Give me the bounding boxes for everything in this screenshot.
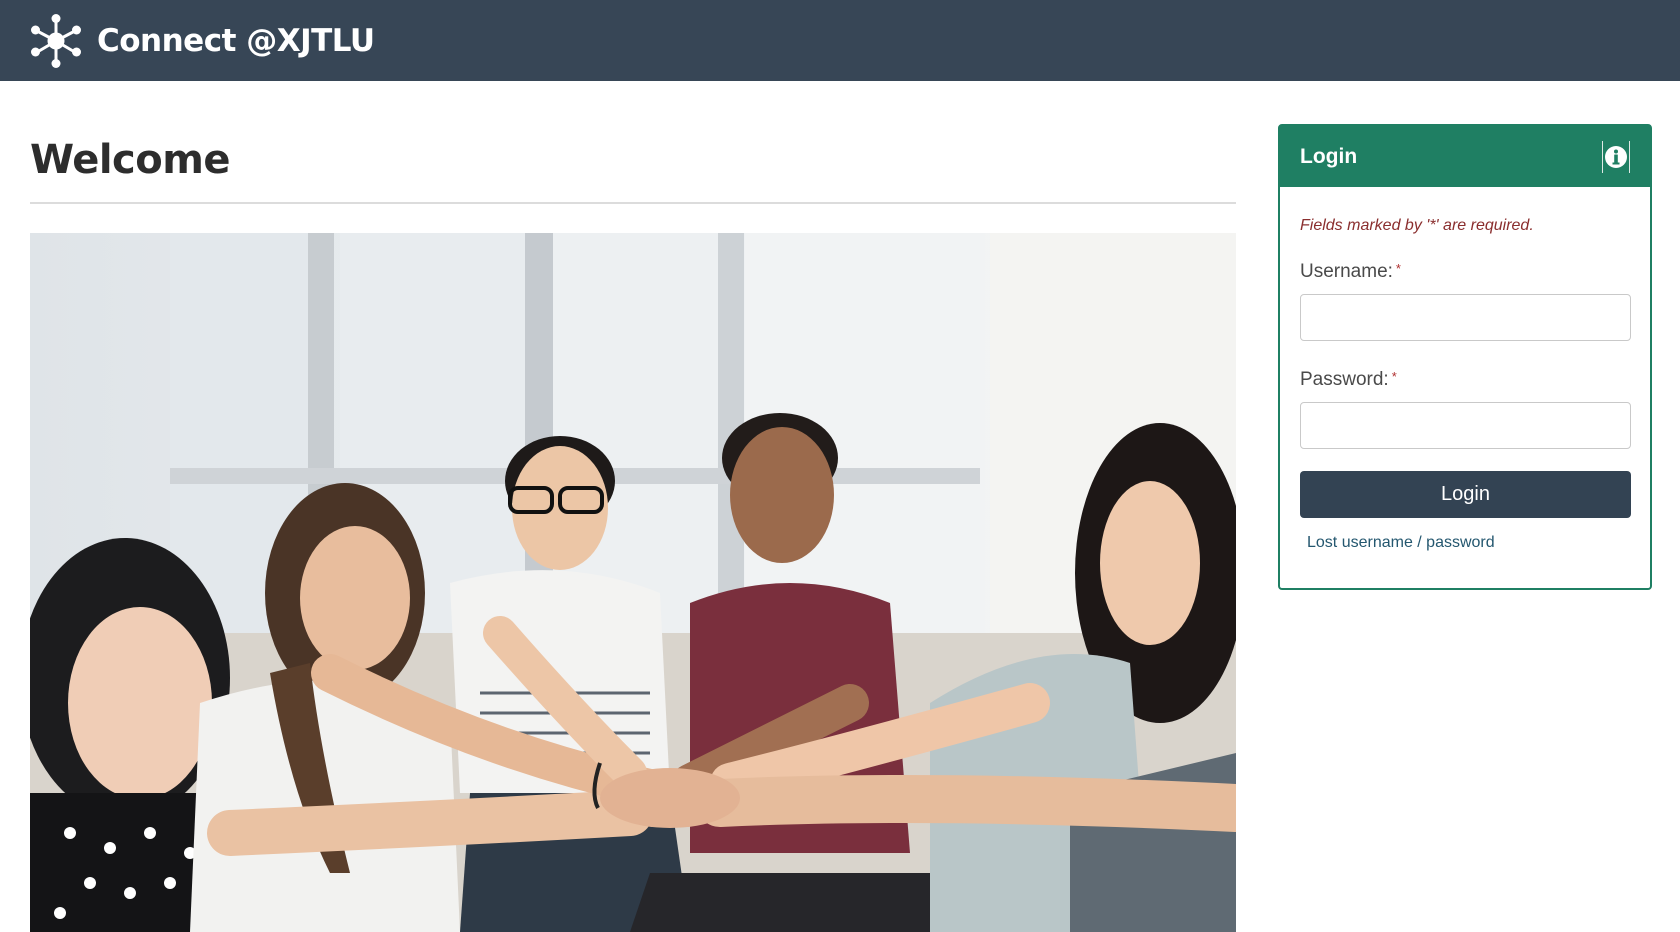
lost-credentials-link[interactable]: Lost username / password xyxy=(1307,534,1495,552)
brand-home-link[interactable]: Connect @XJTLU xyxy=(30,13,375,69)
login-panel-header: Login xyxy=(1280,126,1650,187)
password-label: Password: * xyxy=(1300,369,1630,391)
login-form: Fields marked by '*' are required. Usern… xyxy=(1280,187,1650,552)
top-navbar: Connect @XJTLU xyxy=(0,0,1680,81)
hero-photo-graphic xyxy=(30,233,1236,932)
username-label: Username: * xyxy=(1300,261,1630,283)
login-button[interactable]: Login xyxy=(1300,471,1631,518)
login-panel-title: Login xyxy=(1300,144,1358,168)
network-hub-icon xyxy=(31,13,81,68)
info-icon xyxy=(1605,145,1627,168)
login-info-button[interactable] xyxy=(1602,140,1630,173)
page-title: Welcome xyxy=(30,137,231,183)
password-label-text: Password: xyxy=(1300,369,1389,390)
username-input[interactable] xyxy=(1300,294,1631,341)
login-panel: Login Fields marked by '*' are required.… xyxy=(1278,124,1652,590)
required-marker: * xyxy=(1391,369,1397,384)
username-label-text: Username: xyxy=(1300,261,1393,282)
required-fields-note: Fields marked by '*' are required. xyxy=(1300,217,1534,234)
brand-name[interactable]: Connect @XJTLU xyxy=(97,23,375,59)
hero-photo xyxy=(30,233,1236,932)
password-input[interactable] xyxy=(1300,402,1631,449)
required-marker: * xyxy=(1395,261,1401,276)
title-divider xyxy=(30,202,1236,204)
